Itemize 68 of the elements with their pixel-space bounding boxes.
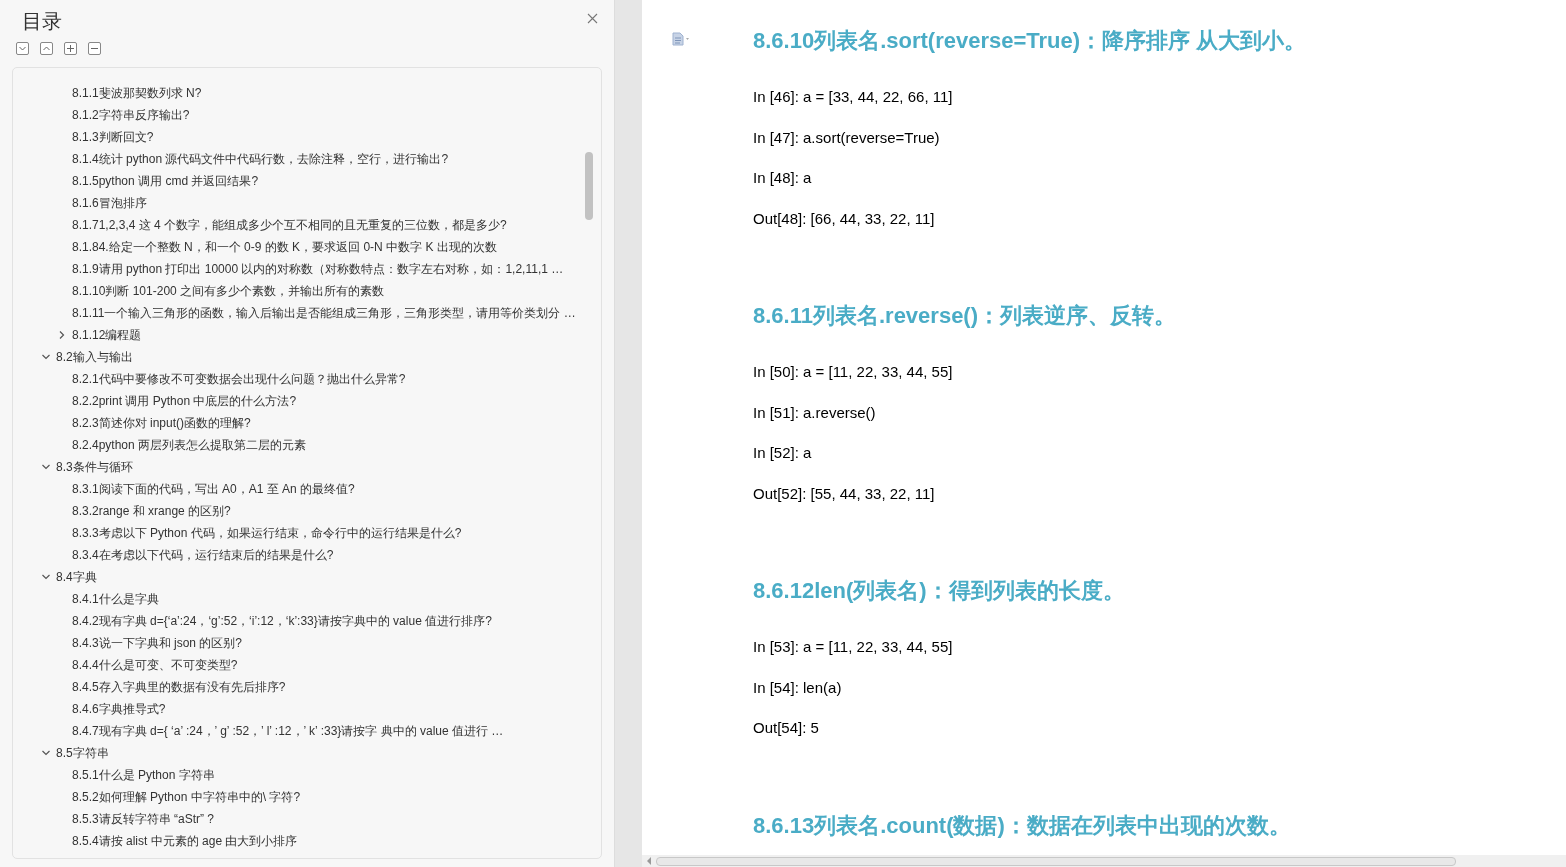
toc-entry[interactable]: 8.1.5python 调用 cmd 并返回结果? <box>72 172 259 190</box>
toc-entry[interactable]: 8.2.1代码中要修改不可变数据会出现什么问题？抛出什么异常? <box>72 370 406 388</box>
toc-entry[interactable]: 8.2.3简述你对 input()函数的理解? <box>72 414 251 432</box>
plus-icon <box>66 44 75 53</box>
toc-entry[interactable]: 8.5字符串 <box>56 744 109 762</box>
toc-entry[interactable]: 8.1.10判断 101-200 之间有多少个素数，并输出所有的素数 <box>72 282 385 300</box>
code-line: Out[54]: 5 <box>753 718 819 738</box>
toc-entry[interactable]: 8.4.6字典推导式? <box>72 700 166 718</box>
chevron-down-icon[interactable] <box>41 572 51 582</box>
section-heading: 8.6.13列表名.count(数据)：数据在列表中出现的次数。 <box>753 811 1292 840</box>
toc-entry[interactable]: 8.3.3考虑以下 Python 代码，如果运行结束，命令行中的运行结果是什么? <box>72 524 462 542</box>
toc-entry[interactable]: 8.4.1什么是字典 <box>72 590 159 608</box>
toc-entry[interactable]: 8.5.3请反转字符串 “aStr” ? <box>72 810 215 828</box>
toc-entry[interactable]: 8.1.2字符串反序输出? <box>72 106 190 124</box>
scrollbar-thumb[interactable] <box>656 856 1456 866</box>
toc-entry[interactable]: 8.5.1什么是 Python 字符串 <box>72 766 215 784</box>
toc-entry[interactable]: 8.4.3说一下字典和 json 的区别? <box>72 634 243 652</box>
toc-entry[interactable]: 8.5.2如何理解 Python 中字符串中的\ 字符? <box>72 788 301 806</box>
toc-entry[interactable]: 8.3.1阅读下面的代码，写出 A0，A1 至 An 的最终值? <box>72 480 355 498</box>
toc-entry[interactable]: 8.1.6冒泡排序 <box>72 194 147 212</box>
panel-title: 目录 <box>22 9 62 34</box>
document-icon[interactable] <box>672 32 690 46</box>
toc-entry[interactable]: 8.1.84.给定一个整数 N，和一个 0-9 的数 K，要求返回 0-N 中数字 K 出现的次数 <box>72 238 497 256</box>
section-heading: 8.6.10列表名.sort(reverse=True)：降序排序 从大到小。 <box>753 27 1308 55</box>
code-line: Out[52]: [55, 44, 33, 22, 11] <box>753 483 935 504</box>
code-line: In [52]: a <box>753 443 812 463</box>
toc-entry[interactable]: 8.2输入与输出 <box>56 348 133 366</box>
chevron-right-icon[interactable] <box>57 330 67 340</box>
toc-entry[interactable]: 8.1.4统计 python 源代码文件中代码行数，去除注释，空行，进行输出? <box>72 150 449 168</box>
chevron-up-icon <box>42 44 51 53</box>
toc-entry[interactable]: 8.1.9请用 python 打印出 10000 以内的对称数（对称数特点：数字左右对称，如：1,2,11,1 … <box>72 260 564 278</box>
section-heading: 8.6.11列表名.reverse()：列表逆序、反转。 <box>753 302 1178 330</box>
toc-entry[interactable]: 8.5.4请按 alist 中元素的 age 由大到小排序 <box>72 832 298 850</box>
code-line: Out[48]: [66, 44, 33, 22, 11] <box>753 208 935 229</box>
code-line: In [54]: len(a) <box>753 677 842 698</box>
toc-entry[interactable]: 8.3.4在考虑以下代码，运行结束后的结果是什么? <box>72 546 334 564</box>
code-line: In [46]: a = [33, 44, 22, 66, 11] <box>753 87 953 107</box>
scrollbar-thumb[interactable] <box>585 152 593 220</box>
toc-entry[interactable]: 8.1.71,2,3,4 这 4 个数字，能组成多少个互不相同的且无重复的三位数，都是多少? <box>72 216 507 234</box>
toc-entry[interactable]: 8.1.11一个输入三角形的函数，输入后输出是否能组成三角形，三角形类型，请用等价类划分 … <box>72 304 576 322</box>
collapse-all-button[interactable] <box>40 42 53 55</box>
toc-entry[interactable]: 8.4字典 <box>56 568 97 586</box>
section-heading: 8.6.12len(列表名)：得到列表的长度。 <box>753 577 1126 605</box>
expand-level-button[interactable] <box>64 42 77 55</box>
toc-entry[interactable]: 8.2.4python 两层列表怎么提取第二层的元素 <box>72 436 307 454</box>
code-line: In [53]: a = [11, 22, 33, 44, 55] <box>753 637 953 657</box>
chevron-down-icon[interactable] <box>41 352 51 362</box>
code-line: In [51]: a.reverse() <box>753 402 876 423</box>
scroll-left-icon[interactable] <box>646 857 652 865</box>
chevron-down-icon <box>18 44 27 53</box>
toc-entry[interactable]: 8.3条件与循环 <box>56 458 133 476</box>
toc-entry[interactable]: 8.2.2print 调用 Python 中底层的什么方法? <box>72 392 297 410</box>
toc-entry[interactable]: 8.1.3判断回文? <box>72 128 154 146</box>
close-icon[interactable] <box>587 13 598 24</box>
chevron-down-icon[interactable] <box>41 462 51 472</box>
toc-entry[interactable]: 8.1.12编程题 <box>72 326 142 344</box>
code-line: In [48]: a <box>753 168 812 188</box>
toc-entry[interactable]: 8.4.2现有字典 d={‘a’:24，‘g’:52，‘i’:12，‘k’:33}请按字典中的 value 值进行排序? <box>72 612 492 630</box>
collapse-level-button[interactable] <box>88 42 101 55</box>
toc-entry[interactable]: 8.4.4什么是可变、不可变类型? <box>72 656 238 674</box>
code-line: In [47]: a.sort(reverse=True) <box>753 127 940 148</box>
expand-all-button[interactable] <box>16 42 29 55</box>
toc-entry[interactable]: 8.4.5存入字典里的数据有没有先后排序? <box>72 678 286 696</box>
toc-entry[interactable]: 8.1.1斐波那契数列求 N? <box>72 84 202 102</box>
chevron-down-icon[interactable] <box>41 748 51 758</box>
code-line: In [50]: a = [11, 22, 33, 44, 55] <box>753 362 953 382</box>
toc-entry[interactable]: 8.4.7现有字典 d={ ‘a’ :24，’ g’ :52，’ l’ :12，’ k’ :33}请按字 典中的 value 值进行 … <box>72 722 504 740</box>
toc-entry[interactable]: 8.3.2range 和 xrange 的区别? <box>72 502 231 520</box>
